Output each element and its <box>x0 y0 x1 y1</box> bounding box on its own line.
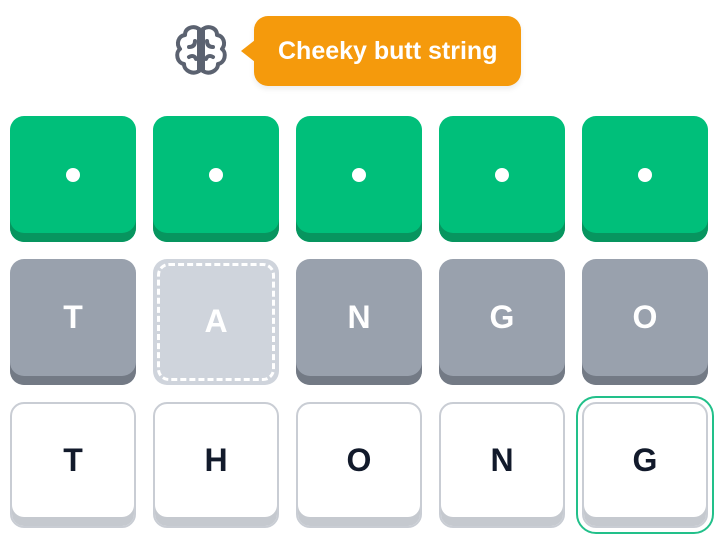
solution-tile-4 <box>439 116 565 242</box>
input-tile-2[interactable]: H <box>153 402 279 528</box>
dot-icon <box>495 167 509 182</box>
solution-row <box>10 116 710 242</box>
solution-tile-3 <box>296 116 422 242</box>
revealed-row: T A N G O <box>10 259 710 385</box>
tile-grid: T A N G O T H O N G <box>10 116 714 535</box>
dot-icon <box>66 167 80 182</box>
brain-icon[interactable] <box>170 20 232 82</box>
solution-tile-2 <box>153 116 279 242</box>
solution-tile-5 <box>582 116 708 242</box>
input-tile-3[interactable]: O <box>296 402 422 528</box>
input-row: T H O N G <box>10 396 714 534</box>
revealed-tile-3: N <box>296 259 422 385</box>
revealed-tile-5: O <box>582 259 708 385</box>
revealed-tile-2: A <box>153 259 279 385</box>
revealed-tile-1: T <box>10 259 136 385</box>
dot-icon <box>352 167 366 182</box>
dot-icon <box>638 167 652 182</box>
game-board: Cheeky butt string T A N G O T H O N G <box>0 0 720 535</box>
hint-area: Cheeky butt string <box>170 16 522 86</box>
revealed-tile-4: G <box>439 259 565 385</box>
input-tile-4[interactable]: N <box>439 402 565 528</box>
dot-icon <box>209 167 223 182</box>
hint-bubble: Cheeky butt string <box>240 16 522 86</box>
input-tile-5-active[interactable]: G <box>576 396 714 534</box>
input-tile-1[interactable]: T <box>10 402 136 528</box>
solution-tile-1 <box>10 116 136 242</box>
